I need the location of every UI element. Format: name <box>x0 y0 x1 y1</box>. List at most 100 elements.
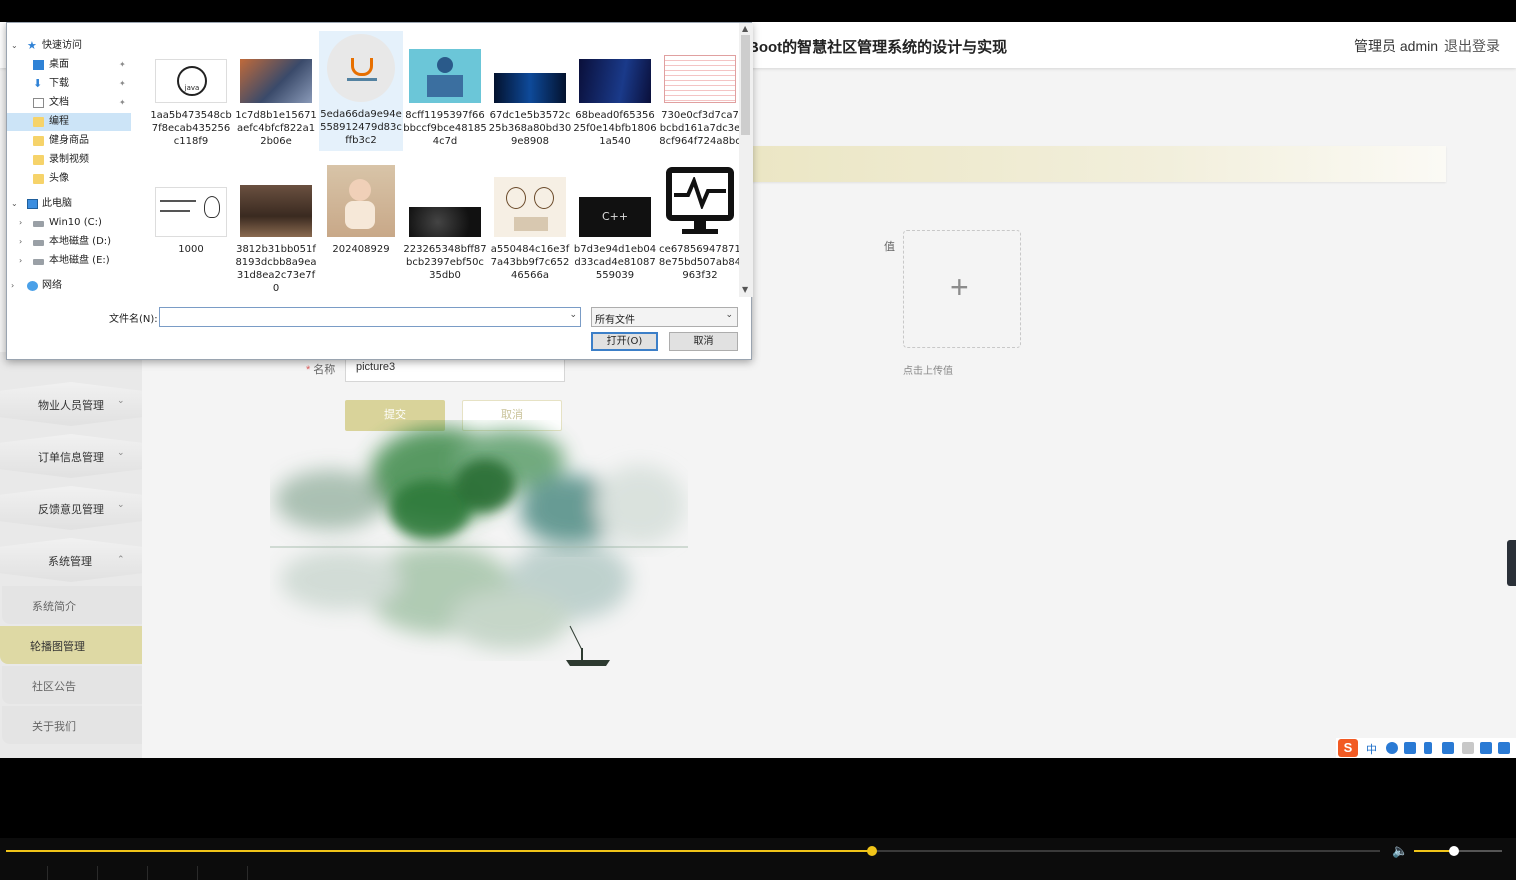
chevron-down-icon: ⌄ <box>117 447 125 457</box>
file-item[interactable]: 8cff1195397f66bbccf9bce481854c7d <box>403 27 487 148</box>
punctuation-icon[interactable] <box>1404 742 1416 754</box>
filename-input[interactable]: ⌄ <box>159 307 581 327</box>
file-item-hovered[interactable]: 5eda66da9e94e558912479d83cffb3c2 <box>319 31 403 151</box>
player-tab[interactable] <box>50 866 98 880</box>
chevron-down-icon[interactable]: ⌄ <box>569 310 577 320</box>
keyboard-icon[interactable] <box>1442 742 1454 754</box>
star-icon: ★ <box>27 39 37 52</box>
name-label-text: 名称 <box>313 364 336 376</box>
image-upload-box[interactable]: + <box>903 230 1021 348</box>
file-item[interactable]: 3812b31bb051f8193dcbb8a9ea31d8ea2c73e7f0 <box>234 161 318 293</box>
chevron-down-icon: ⌄ <box>11 199 18 208</box>
pin-icon: ✦ <box>119 60 126 69</box>
scroll-down-arrow-icon[interactable]: ▼ <box>742 285 748 294</box>
scrollbar-thumb[interactable] <box>741 35 750 135</box>
microphone-icon[interactable] <box>1424 742 1432 754</box>
logout-link[interactable]: 退出登录 <box>1444 36 1500 56</box>
nav-network[interactable]: › 网络 <box>7 277 131 295</box>
shirt-icon[interactable] <box>1480 742 1492 754</box>
open-button[interactable]: 打开(O) <box>591 332 658 351</box>
spreadsheet-thumbnail <box>664 55 736 103</box>
file-item[interactable]: 202408929 <box>319 161 403 256</box>
volume-handle[interactable] <box>1448 846 1459 856</box>
breadcrumb-banner <box>748 146 1446 182</box>
file-item[interactable]: 67dc1e5b3572c25b368a80bd309e8908 <box>488 27 572 148</box>
nav-label: 文档 <box>49 97 69 108</box>
file-name: 68bead0f6535625f0e14bfb18061a540 <box>573 110 657 147</box>
nav-downloads[interactable]: ⬇ 下载 ✦ <box>7 75 131 93</box>
player-tab[interactable] <box>0 866 48 880</box>
sidebar-menu-orders[interactable]: 订单信息管理 ⌄ <box>0 434 142 478</box>
nav-drive-e[interactable]: › 本地磁盘 (E:) <box>7 252 131 270</box>
required-mark: * <box>306 364 311 376</box>
player-bottom-strip <box>0 866 1516 880</box>
file-item[interactable]: C++ b7d3e94d1eb04d33cad4e81087559039 <box>573 161 657 282</box>
nav-desktop[interactable]: 桌面 ✦ <box>7 56 131 74</box>
volume-icon[interactable]: 🔈 <box>1392 843 1408 859</box>
folder-icon <box>33 117 44 127</box>
cpp-dark-thumbnail: C++ <box>579 197 651 237</box>
dialog-cancel-button[interactable]: 取消 <box>669 332 738 351</box>
menu-label: 反馈意见管理 <box>38 504 104 516</box>
moon-icon[interactable] <box>1386 742 1398 754</box>
value-field-label: 值 <box>884 241 895 253</box>
chevron-down-icon: ⌄ <box>725 310 733 320</box>
nav-label: 编程 <box>49 116 69 127</box>
file-open-dialog: ⌄ ★ 快速访问 桌面 ✦ ⬇ 下载 ✦ 文档 ✦ 编程 健身商品 录制视频 头… <box>6 22 753 360</box>
nav-folder-avatar[interactable]: 头像 <box>7 170 131 188</box>
nav-folder-videos[interactable]: 录制视频 <box>7 151 131 169</box>
submenu-label: 关于我们 <box>32 721 76 733</box>
file-item[interactable]: 1c7d8b1e15671aefc4bfcf822a12b06e <box>234 27 318 148</box>
drive-icon <box>33 259 44 265</box>
sidebar-menu-property-staff[interactable]: 物业人员管理 ⌄ <box>0 382 142 426</box>
nav-quick-access[interactable]: ⌄ ★ 快速访问 <box>7 37 131 55</box>
sidebar-menu-feedback[interactable]: 反馈意见管理 ⌄ <box>0 486 142 530</box>
ime-mode-label[interactable]: 中 <box>1366 741 1377 757</box>
player-tab[interactable] <box>100 866 148 880</box>
desktop-icon <box>33 60 44 70</box>
folder-icon <box>33 136 44 146</box>
file-type-select[interactable]: 所有文件 ⌄ <box>591 307 738 327</box>
file-grid-scrollbar[interactable]: ▲ ▼ <box>739 23 753 297</box>
file-item[interactable]: 223265348bff87bcb2397ebf50c35db0 <box>403 161 487 282</box>
nav-drive-c[interactable]: › Win10 (C:) <box>7 214 131 232</box>
chevron-right-icon: › <box>19 218 23 227</box>
file-item[interactable]: a550484c16e3f7a43bb9f7c65246566a <box>488 161 572 282</box>
file-name: 1aa5b473548cb7f8ecab435256c118f9 <box>150 110 232 147</box>
nav-folder-fitness[interactable]: 健身商品 <box>7 132 131 150</box>
seek-bar[interactable] <box>6 846 1380 856</box>
file-item[interactable]: 730e0cf3d7ca7bcbd161a7dc3e8cf964f724a8bc <box>658 27 741 148</box>
ink-landscape-background <box>270 427 688 666</box>
file-item[interactable]: 1000 <box>149 161 233 256</box>
plus-icon: + <box>950 269 969 305</box>
sogou-logo-icon[interactable]: S <box>1338 739 1358 757</box>
scroll-up-arrow-icon[interactable]: ▲ <box>742 24 748 33</box>
drive-icon <box>33 221 44 227</box>
nav-drive-d[interactable]: › 本地磁盘 (D:) <box>7 233 131 251</box>
nav-documents[interactable]: 文档 ✦ <box>7 94 131 112</box>
player-tab[interactable] <box>150 866 198 880</box>
nav-this-pc[interactable]: ⌄ 此电脑 <box>7 195 131 213</box>
folder-icon <box>33 155 44 165</box>
user-icon[interactable] <box>1462 742 1474 754</box>
sidebar-menu-system[interactable]: 系统管理 ⌃ <box>0 538 142 582</box>
sidebar-item-carousel[interactable]: 轮播图管理 <box>0 626 142 664</box>
file-item[interactable]: ce67856947871 8e75bd507ab84963f32 <box>658 161 741 282</box>
computer-icon <box>27 199 38 209</box>
player-tab[interactable] <box>200 866 248 880</box>
sidebar-item-system-intro[interactable]: 系统简介 <box>2 586 142 624</box>
seek-bar-fill <box>6 850 872 852</box>
file-item[interactable]: java 1aa5b473548cb7f8ecab435256c118f9 <box>149 27 233 148</box>
grid-icon[interactable] <box>1498 742 1510 754</box>
side-panel-handle[interactable] <box>1507 540 1516 586</box>
file-name: 1000 <box>178 244 204 255</box>
dark-tech-thumbnail <box>409 207 481 237</box>
volume-slider[interactable] <box>1414 846 1502 856</box>
file-name: 8cff1195397f66bbccf9bce481854c7d <box>403 110 487 147</box>
sidebar-item-about-us[interactable]: 关于我们 <box>2 706 142 744</box>
nav-folder-programming[interactable]: 编程 <box>7 113 131 131</box>
nav-label: 本地磁盘 (E:) <box>49 255 110 266</box>
seek-bar-handle[interactable] <box>866 846 877 856</box>
file-item[interactable]: 68bead0f6535625f0e14bfb18061a540 <box>573 27 657 148</box>
sidebar-item-announcements[interactable]: 社区公告 <box>2 666 142 704</box>
